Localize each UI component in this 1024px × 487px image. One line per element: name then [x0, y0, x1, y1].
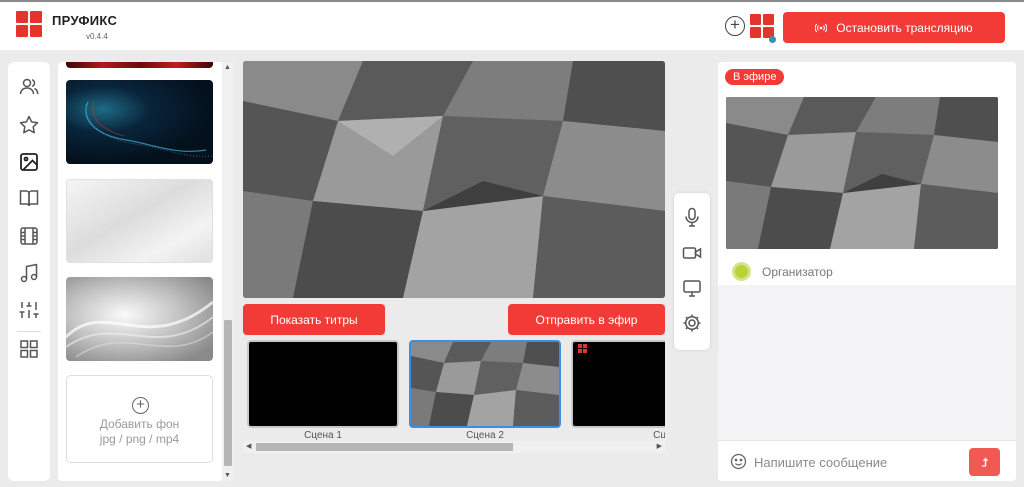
image-icon[interactable] — [18, 151, 40, 173]
scene-thumbnail-active[interactable] — [409, 340, 561, 428]
scroll-right-arrow-icon[interactable]: ▶ — [657, 442, 662, 450]
live-preview — [726, 97, 998, 249]
scrollbar-thumb[interactable] — [224, 320, 232, 466]
online-status-dot — [769, 36, 776, 43]
message-input[interactable] — [754, 451, 964, 473]
stop-broadcast-button[interactable]: Остановить трансляцию — [783, 12, 1005, 43]
emoji-icon[interactable] — [730, 453, 747, 470]
add-background-formats: jpg / png / mp4 — [99, 432, 180, 446]
scene-label: Сцена 3 — [653, 430, 665, 441]
sliders-icon[interactable] — [18, 299, 40, 321]
add-background-label: Добавить фон — [99, 417, 180, 431]
brand-name: ПРУФИКС — [52, 13, 118, 28]
live-section: В эфире Организатор — [718, 62, 1016, 285]
background-thumbnail[interactable] — [66, 179, 213, 263]
broadcast-icon — [815, 23, 828, 32]
backgrounds-scrollbar[interactable]: ▲ ▼ — [222, 62, 234, 481]
scroll-left-arrow-icon[interactable]: ◀ — [246, 442, 251, 450]
scroll-down-arrow-icon[interactable]: ▼ — [224, 472, 231, 479]
scene-thumbnail[interactable] — [247, 340, 399, 428]
scroll-up-arrow-icon[interactable]: ▲ — [224, 64, 231, 71]
send-arrow-icon — [981, 457, 988, 467]
add-background-button[interactable]: + Добавить фон jpg / png / mp4 — [66, 375, 213, 463]
left-icon-bar — [8, 62, 50, 481]
grid-icon[interactable] — [18, 338, 40, 360]
settings-icon[interactable] — [681, 312, 703, 334]
app-version: v0.4.4 — [86, 32, 108, 41]
monitor-icon[interactable] — [681, 277, 703, 299]
media-toolbar — [674, 193, 710, 350]
book-icon[interactable] — [18, 187, 40, 209]
send-message-button[interactable] — [969, 448, 1000, 476]
scrollbar-thumb[interactable] — [256, 443, 513, 451]
live-panel: В эфире Организатор — [718, 62, 1016, 481]
backgrounds-panel: + Добавить фон jpg / png / mp4 — [58, 62, 223, 481]
background-thumbnail[interactable] — [66, 277, 213, 361]
scene-label: Сцена 2 — [466, 430, 504, 441]
add-icon[interactable]: + — [725, 16, 745, 36]
stop-broadcast-label: Остановить трансляцию — [836, 20, 973, 35]
top-header: ПРУФИКС v0.4.4 + Остановить трансляцию — [0, 0, 1024, 50]
users-icon[interactable] — [18, 76, 40, 98]
organizer-name: Организатор — [762, 265, 833, 279]
scene-thumbnail[interactable] — [571, 340, 665, 428]
star-icon[interactable] — [18, 114, 40, 136]
brand-logo-icon — [578, 344, 587, 353]
microphone-icon[interactable] — [681, 206, 703, 228]
scenes-scrollbar[interactable]: ◀ ▶ — [243, 441, 665, 453]
music-icon[interactable] — [18, 262, 40, 284]
plus-circle-icon: + — [132, 397, 149, 414]
divider — [17, 331, 41, 332]
show-titles-button[interactable]: Показать титры — [243, 304, 385, 335]
film-icon[interactable] — [18, 225, 40, 247]
background-thumbnail[interactable] — [66, 80, 213, 164]
live-badge: В эфире — [725, 69, 785, 85]
scene-label: Сцена 1 — [304, 430, 342, 441]
send-to-air-button[interactable]: Отправить в эфир — [508, 304, 665, 335]
camera-icon[interactable] — [681, 242, 703, 264]
message-bar — [718, 440, 1016, 481]
avatar — [732, 262, 751, 281]
brand-logo-icon — [16, 11, 43, 38]
scene-preview — [243, 61, 665, 298]
background-thumbnail[interactable] — [66, 62, 213, 68]
